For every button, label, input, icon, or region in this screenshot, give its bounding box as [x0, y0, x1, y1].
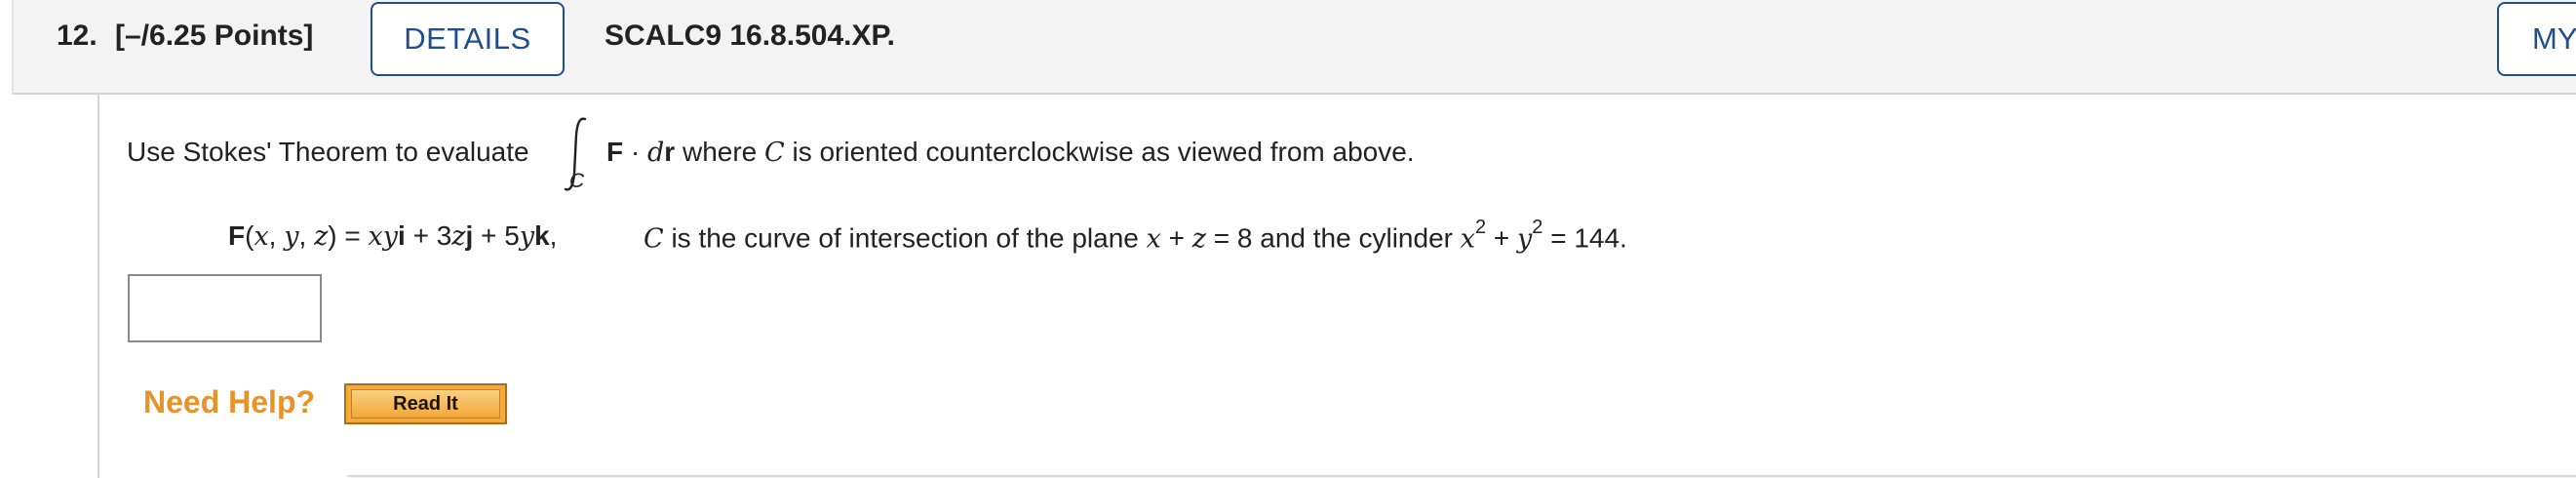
unit-k: k — [534, 220, 550, 251]
var-x: x — [368, 221, 383, 252]
cylinder-eq-text: = 144. — [1542, 222, 1627, 254]
vector-field-definition: F(x, y, z) = xyi + 3zj + 5yk, — [228, 220, 557, 252]
curve-symbol: C — [644, 223, 664, 255]
integral-subscript: C — [569, 170, 585, 192]
plus: + — [1486, 222, 1518, 254]
left-divider — [98, 95, 99, 478]
plus: + — [1160, 222, 1192, 254]
unit-i: i — [398, 220, 406, 251]
problem-integrand: F · dr where C is oriented counterclockw… — [606, 137, 1415, 168]
exponent: 2 — [1474, 217, 1487, 238]
var-z: z — [451, 221, 466, 252]
read-it-button[interactable]: Read It — [344, 383, 507, 424]
differential-d: d — [647, 138, 665, 168]
var-y: y — [382, 221, 399, 252]
plus-coef: + 3 — [405, 220, 452, 251]
var-z: z — [314, 221, 329, 252]
question-points: [–/6.25 Points] — [115, 20, 314, 52]
vector-r: r — [664, 137, 676, 167]
question-panel: 12. [–/6.25 Points] DETAILS SCALC9 16.8.… — [0, 0, 2576, 478]
var-z: z — [1191, 223, 1207, 255]
curve-symbol: C — [764, 138, 785, 168]
trailing-comma: , — [549, 220, 558, 251]
curve-definition: C is the curve of intersection of the pl… — [644, 217, 1627, 255]
my-notes-button[interactable]: MY NOTES — [2497, 2, 2576, 76]
curve-text: is the curve of intersection of the plan… — [663, 222, 1147, 254]
comma: , — [298, 220, 315, 251]
question-code: SCALC9 16.8.504.XP. — [605, 20, 895, 52]
answer-input[interactable] — [128, 274, 322, 342]
bottom-divider — [347, 475, 2576, 477]
plane-eq-text: = 8 and the cylinder — [1206, 222, 1461, 254]
var-y: y — [1517, 223, 1533, 255]
var-x: x — [1460, 223, 1475, 255]
problem-intro: Use Stokes' Theorem to evaluate — [127, 137, 529, 167]
var-y: y — [284, 221, 299, 252]
vector-F: F — [606, 137, 624, 167]
var-x: x — [254, 221, 269, 252]
var-x: x — [1146, 223, 1161, 255]
comma: , — [268, 220, 285, 251]
plus-coef: + 5 — [473, 220, 520, 251]
field-F: F — [228, 220, 246, 251]
var-y: y — [519, 221, 535, 252]
dot-operator: · — [623, 137, 647, 167]
question-number: 12. — [57, 20, 98, 52]
orientation-text: is oriented counterclockwise as viewed f… — [784, 137, 1415, 167]
question-header: 12. [–/6.25 Points] DETAILS SCALC9 16.8.… — [12, 0, 2576, 95]
paren-close-equals: ) = — [328, 220, 369, 251]
read-it-label: Read It — [351, 389, 500, 418]
need-help-label: Need Help? — [143, 384, 316, 419]
details-button[interactable]: DETAILS — [371, 2, 565, 76]
where-text: where — [675, 137, 765, 167]
exponent: 2 — [1532, 217, 1543, 238]
